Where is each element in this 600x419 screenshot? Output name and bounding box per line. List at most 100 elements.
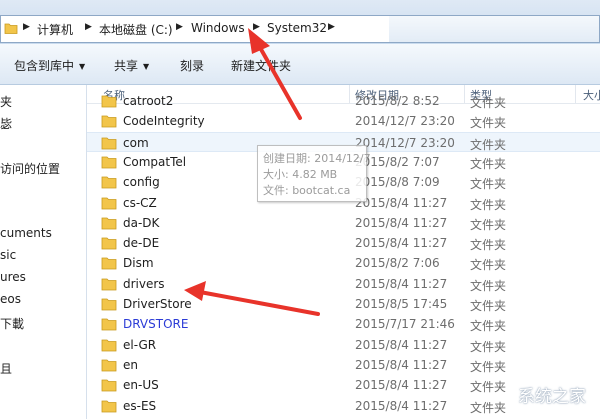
list-item[interactable]: DriverStore 2015/8/5 17:45 文件夹	[87, 294, 600, 314]
navigation-pane: 夹 毖 访问的位置 cuments sic ures eos 下載 且	[0, 85, 87, 419]
folder-icon	[101, 115, 117, 128]
nav-item-music[interactable]: sic	[0, 248, 16, 262]
crumb-windows[interactable]: Windows	[191, 21, 245, 35]
list-item[interactable]: de-DE 2015/8/4 11:27 文件夹	[87, 233, 600, 253]
file-type: 文件夹	[470, 339, 507, 354]
include-in-library-button[interactable]: 包含到库中 ▼	[14, 57, 85, 74]
command-bar: 包含到库中 ▼ 共享 ▼ 刻录 新建文件夹	[0, 44, 600, 85]
folder-icon	[101, 197, 117, 209]
tooltip-created: 创建日期: 2014/12/7	[263, 152, 371, 165]
folder-icon	[101, 318, 117, 331]
file-type: 文件夹	[470, 217, 507, 232]
file-date: 2014/12/7 23:20	[355, 135, 455, 150]
folder-icon	[4, 23, 18, 34]
chevron-down-icon: ▼	[79, 62, 86, 71]
file-name: drivers	[123, 276, 165, 291]
chevron-right-icon[interactable]: ▶	[328, 22, 335, 32]
nav-item-videos[interactable]: eos	[0, 292, 21, 306]
chevron-right-icon[interactable]: ▶	[85, 22, 92, 32]
list-item[interactable]: da-DK 2015/8/4 11:27 文件夹	[87, 213, 600, 233]
file-name: da-DK	[123, 215, 160, 230]
chevron-right-icon[interactable]: ▶	[23, 22, 30, 32]
share-label: 共享	[114, 59, 139, 73]
file-type: 文件夹	[470, 238, 507, 253]
folder-icon	[101, 156, 117, 169]
file-type: 文件夹	[470, 137, 507, 152]
nav-item-documents[interactable]: cuments	[0, 226, 52, 240]
burn-button[interactable]: 刻录	[180, 57, 204, 74]
list-item[interactable]: catroot2 2015/8/2 8:52 文件夹	[87, 91, 600, 111]
file-name: DriverStore	[123, 297, 192, 311]
file-date: 2015/8/4 11:27	[355, 215, 448, 230]
file-date: 2015/8/4 11:27	[355, 236, 448, 251]
share-button[interactable]: 共享 ▼	[114, 57, 149, 74]
folder-icon	[101, 278, 117, 291]
file-date: 2015/8/2 7:06	[355, 256, 440, 271]
file-date: 2015/8/8 7:09	[355, 175, 440, 190]
folder-icon	[101, 339, 117, 351]
tooltip-size: 大小: 4.82 MB	[263, 168, 338, 181]
file-type: 文件夹	[470, 258, 507, 273]
nav-item[interactable]: 夹	[0, 93, 12, 110]
file-type: 文件夹	[470, 177, 507, 192]
file-name: config	[123, 175, 160, 190]
crumb-local-disk[interactable]: 本地磁盘 (C:)	[99, 21, 173, 38]
nav-item-pictures[interactable]: ures	[0, 270, 26, 284]
file-date: 2015/8/4 11:27	[355, 357, 448, 372]
new-folder-button[interactable]: 新建文件夹	[231, 57, 291, 74]
file-name: en	[123, 357, 138, 372]
folder-icon	[101, 359, 117, 372]
crumb-system32[interactable]: System32	[267, 21, 327, 35]
list-item[interactable]: DRVSTORE 2015/7/17 21:46 文件夹	[87, 314, 600, 334]
nav-item[interactable]: 毖	[0, 115, 12, 132]
chevron-right-icon[interactable]: ▶	[253, 22, 260, 32]
file-date: 2015/8/4 11:27	[355, 337, 448, 352]
folder-icon	[101, 298, 117, 311]
file-type: 文件夹	[470, 96, 507, 110]
file-name: de-DE	[123, 236, 160, 251]
file-type: 文件夹	[470, 156, 507, 171]
file-date: 2015/8/4 11:27	[355, 378, 448, 393]
file-list: 名称 修改日期 类型 大小 catroot2 2015/8/2 8:52 文件夹 Co…	[87, 85, 600, 419]
address-bar: ▶ 计算机 ▶ 本地磁盘 (C:) ▶ Windows ▶ System32 ▶	[0, 0, 600, 45]
file-name: en-US	[123, 378, 159, 393]
folder-icon	[101, 257, 117, 270]
file-tooltip: 创建日期: 2014/12/7 大小: 4.82 MB 文件: bootcat.…	[257, 145, 371, 202]
crumb-computer[interactable]: 计算机	[37, 21, 73, 38]
file-type: 文件夹	[470, 319, 507, 334]
list-item[interactable]: drivers 2015/8/4 11:27 文件夹	[87, 274, 600, 294]
list-item[interactable]: CodeIntegrity 2014/12/7 23:20 文件夹	[87, 111, 600, 131]
file-date: 2015/8/5 17:45	[355, 297, 448, 311]
file-name: el-GR	[123, 337, 157, 352]
chevron-right-icon[interactable]: ▶	[176, 22, 183, 32]
folder-icon	[101, 400, 117, 412]
folder-icon	[101, 237, 117, 250]
file-date: 2015/7/17 21:46	[355, 317, 455, 332]
file-type: 文件夹	[470, 278, 507, 293]
watermark: 系统之家	[442, 387, 592, 413]
file-type: 文件夹	[470, 359, 507, 374]
breadcrumb[interactable]: ▶ 计算机 ▶ 本地磁盘 (C:) ▶ Windows ▶ System32 ▶	[0, 15, 600, 43]
file-name: DRVSTORE	[123, 317, 189, 332]
tooltip-files: 文件: bootcat.ca	[263, 184, 351, 197]
file-name: CompatTel	[123, 154, 187, 169]
folder-icon	[101, 217, 117, 230]
folder-icon	[101, 176, 117, 189]
search-box-background	[389, 16, 599, 42]
file-name: catroot2	[123, 94, 174, 108]
nav-item-recent-places[interactable]: 访问的位置	[0, 160, 60, 177]
nav-item[interactable]: 且	[0, 360, 12, 377]
file-date: 2015/8/2 8:52	[355, 94, 440, 108]
list-item[interactable]: en 2015/8/4 11:27 文件夹	[87, 355, 600, 375]
nav-item-downloads[interactable]: 下載	[0, 315, 24, 332]
watermark-text: 系统之家	[518, 387, 586, 407]
file-name: es-ES	[123, 398, 157, 413]
list-item[interactable]: Dism 2015/8/2 7:06 文件夹	[87, 253, 600, 273]
include-in-library-label: 包含到库中	[14, 59, 75, 73]
folder-icon	[101, 95, 117, 108]
list-item[interactable]: el-GR 2015/8/4 11:27 文件夹	[87, 335, 600, 355]
file-name: Dism	[123, 256, 154, 271]
file-name: cs-CZ	[123, 195, 157, 210]
file-type: 文件夹	[470, 197, 507, 212]
file-name: CodeIntegrity	[123, 114, 205, 129]
